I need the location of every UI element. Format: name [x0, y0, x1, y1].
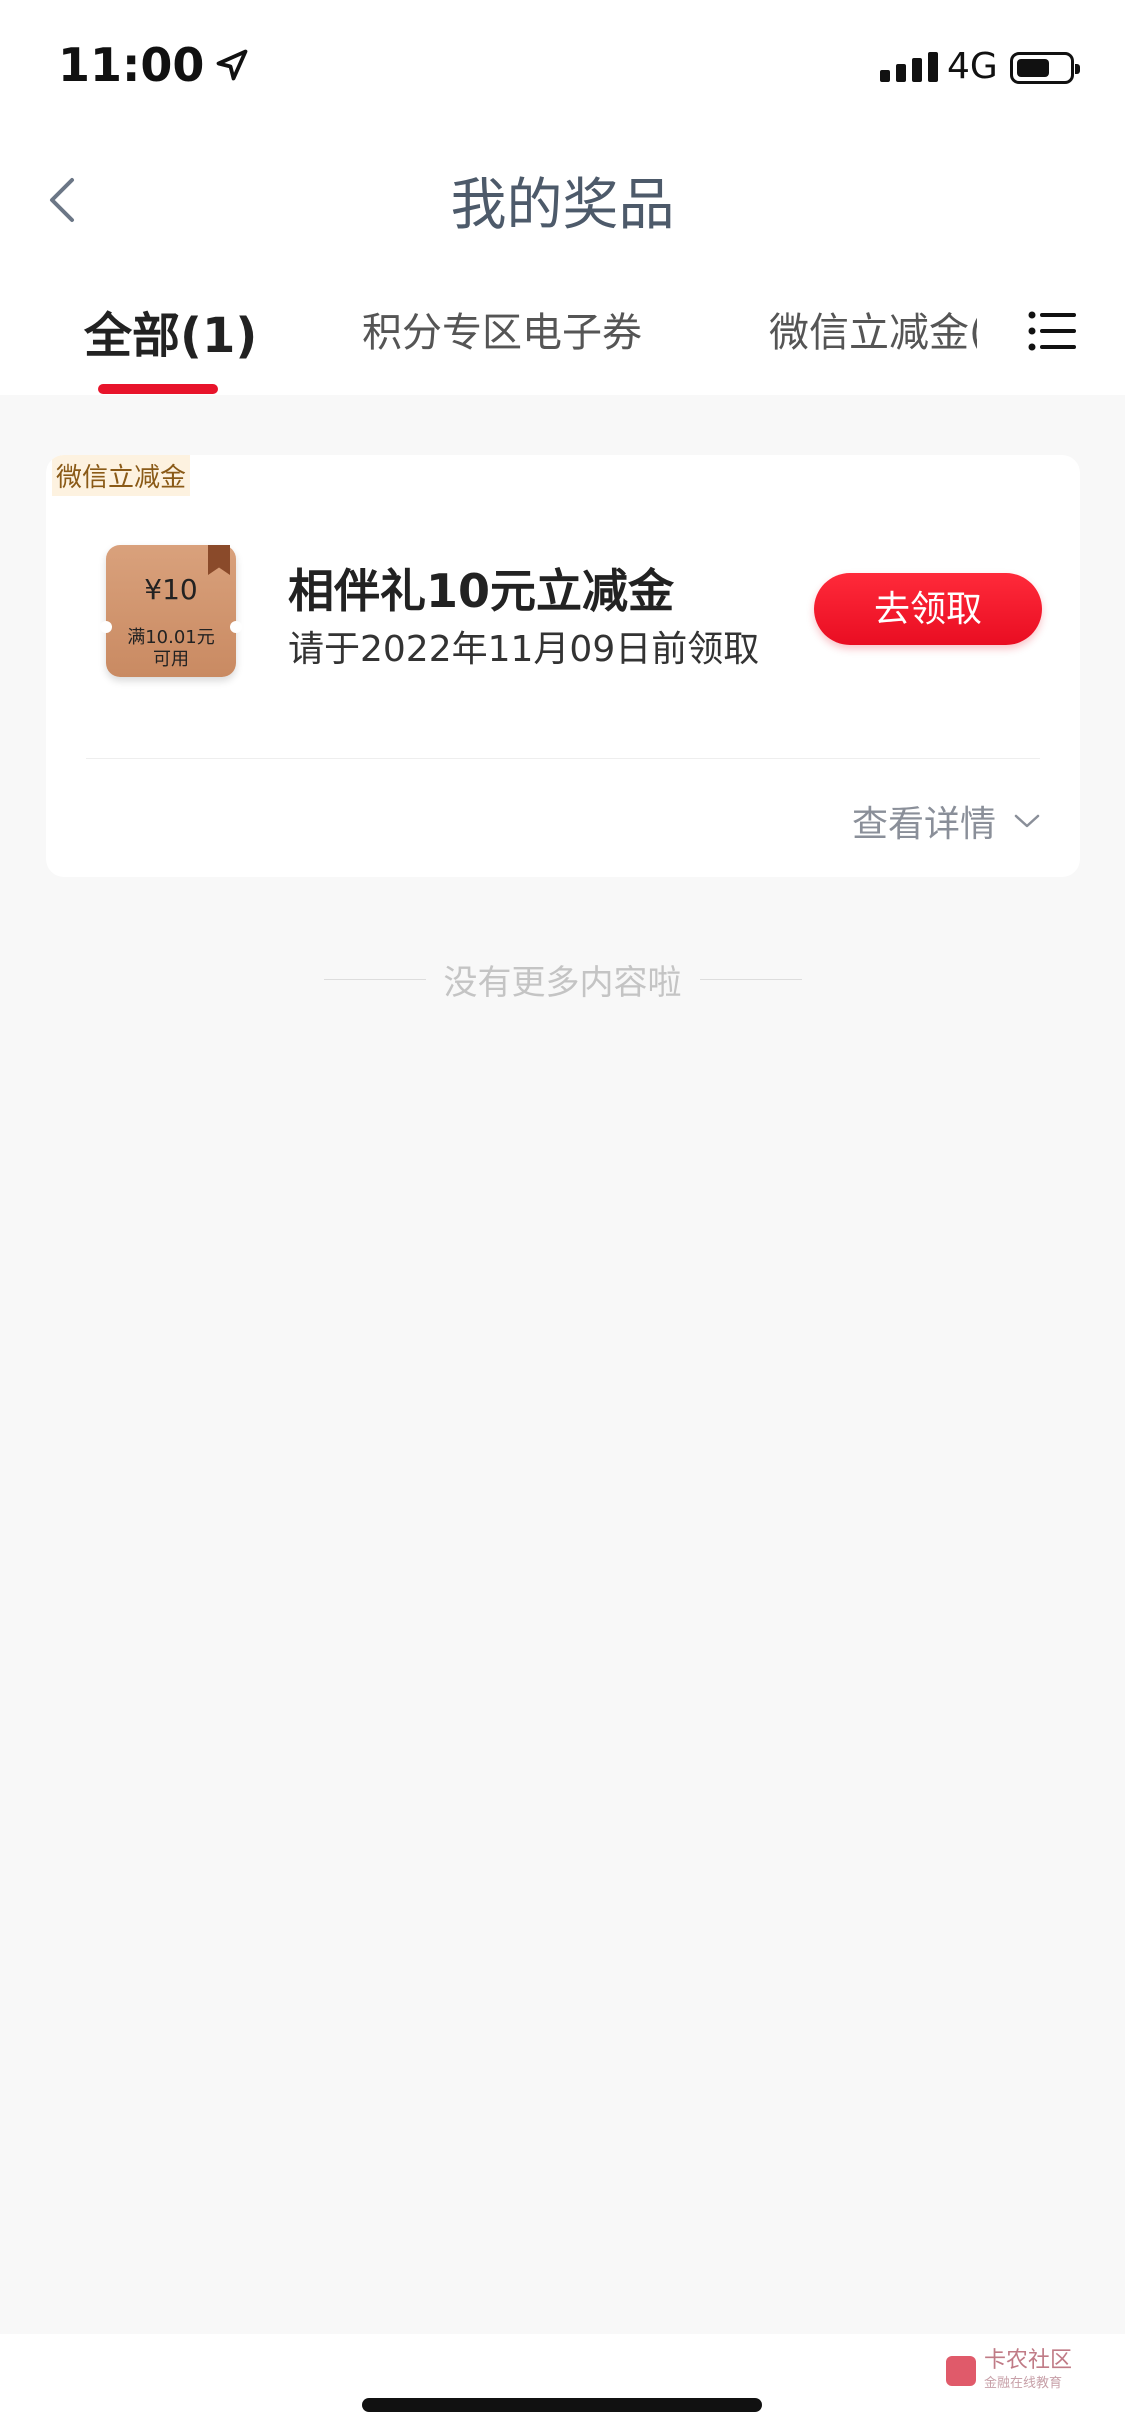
coupon-thumbnail: ¥10 满10.01元 可用	[100, 545, 242, 677]
card-category-tag: 微信立减金	[52, 455, 191, 496]
view-details-label: 查看详情	[851, 804, 996, 845]
prize-card: 微信立减金 ¥10 满10.01元 可用 相伴礼10元立减金 请于2022年11…	[46, 455, 1080, 877]
tab-menu-button[interactable]	[1028, 310, 1078, 352]
status-bar: 11:00 4G	[0, 0, 1125, 130]
battery-icon	[1010, 52, 1080, 84]
card-divider	[86, 758, 1040, 759]
coupon-condition-line1: 满10.01元	[127, 627, 215, 648]
status-time: 11:00	[58, 38, 250, 92]
coupon-condition-line2: 可用	[153, 649, 189, 670]
watermark: 卡农社区 金融在线教育	[946, 2350, 1072, 2391]
tab-all[interactable]: 全部(1)	[84, 296, 257, 366]
watermark-text: 卡农社区	[984, 2348, 1073, 2373]
list-menu-icon	[1028, 311, 1076, 351]
bookmark-ribbon-icon	[208, 545, 230, 575]
time-label: 11:00	[58, 38, 205, 92]
tab-points-coupons[interactable]: 积分专区电子券	[362, 300, 642, 358]
home-indicator[interactable]	[362, 2398, 762, 2412]
divider-line-left	[323, 979, 426, 980]
tab-bar: 全部(1) 积分专区电子券 微信立减金(	[0, 270, 1125, 395]
view-details-link[interactable]: 查看详情	[852, 795, 1040, 847]
watermark-logo-icon	[946, 2355, 976, 2386]
cellular-signal-icon	[880, 52, 938, 82]
tab-wechat-discount[interactable]: 微信立减金(	[769, 300, 977, 358]
no-more-content: 没有更多内容啦	[0, 955, 1125, 1004]
prize-deadline: 请于2022年11月09日前领取	[288, 629, 760, 670]
chevron-down-icon	[1014, 814, 1040, 828]
no-more-label: 没有更多内容啦	[443, 963, 682, 1003]
coupon-amount: ¥10	[144, 573, 198, 606]
page-title: 我的奖品	[450, 173, 675, 238]
active-tab-indicator	[98, 384, 218, 394]
prize-name: 相伴礼10元立减金	[288, 564, 675, 618]
divider-line-right	[699, 979, 802, 980]
claim-button[interactable]: 去领取	[814, 573, 1042, 645]
nav-bar: 我的奖品	[0, 130, 1125, 270]
watermark-subtext: 金融在线教育	[984, 2376, 1063, 2391]
coupon-condition: 满10.01元 可用	[106, 627, 236, 671]
location-arrow-icon	[217, 49, 248, 81]
network-type: 4G	[947, 46, 998, 87]
